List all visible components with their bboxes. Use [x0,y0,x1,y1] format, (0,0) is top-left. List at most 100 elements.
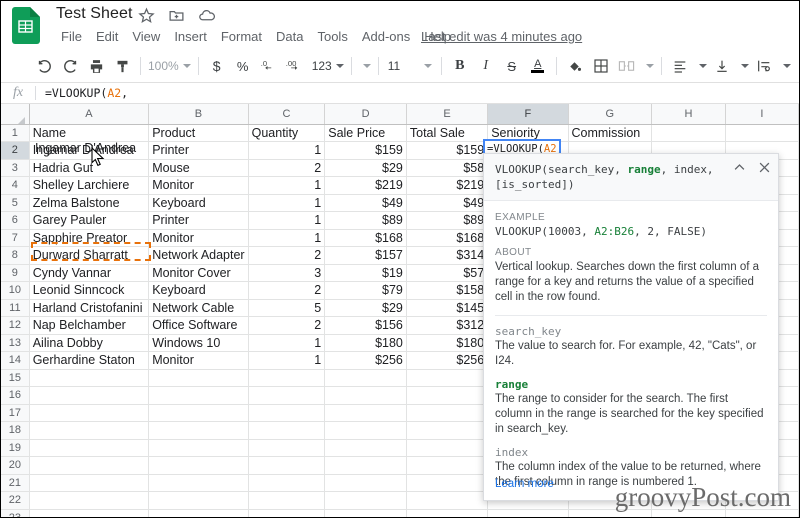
cell-d12[interactable]: $156 [324,316,407,335]
cell-g23[interactable] [568,509,653,517]
column-header-g[interactable]: G [568,104,653,125]
cell-e5[interactable]: $49 [406,194,489,212]
row-header-10[interactable]: 10 [1,281,30,300]
cell-e18[interactable] [406,421,489,440]
number-format-select[interactable]: 123 [308,55,346,77]
column-header-f[interactable]: F [487,104,569,125]
cell-e7[interactable]: $168 [406,229,489,247]
column-header-c[interactable]: C [248,104,326,125]
horizontal-align-icon[interactable] [667,53,693,79]
row-header-1[interactable]: 1 [1,124,30,142]
borders-icon[interactable] [588,53,614,79]
text-wrap-dropdown[interactable] [777,55,793,77]
cell-d5[interactable]: $49 [324,194,407,212]
cell-e21[interactable] [406,474,489,492]
cell-i23[interactable] [725,509,799,517]
column-header-b[interactable]: B [148,104,249,125]
document-title[interactable]: Test Sheet [56,5,133,23]
strikethrough-icon[interactable]: S [499,53,525,79]
cell-h23[interactable] [651,509,726,517]
cell-a19[interactable] [29,439,150,457]
cell-e17[interactable] [406,404,489,422]
menu-item-view[interactable]: View [125,27,167,46]
cell-e16[interactable] [406,386,489,405]
cell-a9[interactable]: Cyndy Vannar [29,264,150,282]
cell-a8[interactable]: Durward Sharratt [29,246,150,265]
cell-b8[interactable]: Network Adapter [148,246,249,265]
cell-d13[interactable]: $180 [324,334,407,352]
close-icon[interactable] [757,160,772,175]
menu-item-format[interactable]: Format [214,27,269,46]
cell-d21[interactable] [324,474,407,492]
cell-c16[interactable] [248,386,326,405]
cell-a20[interactable] [29,456,150,475]
cell-b7[interactable]: Monitor [148,229,249,247]
cell-b10[interactable]: Keyboard [148,281,249,300]
cell-a18[interactable] [29,421,150,440]
cell-c15[interactable] [248,369,326,387]
menu-item-insert[interactable]: Insert [167,27,214,46]
cell-b3[interactable]: Mouse [148,159,249,177]
redo-icon[interactable] [57,53,83,79]
cell-b19[interactable] [148,439,249,457]
row-header-13[interactable]: 13 [1,334,30,352]
cell-d15[interactable] [324,369,407,387]
cell-b2[interactable]: Printer [148,141,249,160]
row-header-6[interactable]: 6 [1,211,30,230]
cell-a21[interactable] [29,474,150,492]
cell-d14[interactable]: $256 [324,351,407,370]
column-header-h[interactable]: H [651,104,726,125]
cell-e11[interactable]: $145 [406,299,489,317]
row-header-16[interactable]: 16 [1,386,30,405]
row-header-11[interactable]: 11 [1,299,30,317]
cell-e9[interactable]: $57 [406,264,489,282]
cell-a3[interactable]: Hadria Gut [29,159,150,177]
cell-c20[interactable] [248,456,326,475]
cell-e10[interactable]: $158 [406,281,489,300]
vertical-align-dropdown[interactable] [735,55,751,77]
cell-b18[interactable] [148,421,249,440]
cell-c8[interactable]: 2 [248,246,326,265]
cell-e6[interactable]: $89 [406,211,489,230]
cell-d22[interactable] [324,491,407,510]
cell-d2[interactable]: $159 [324,141,407,160]
cell-b9[interactable]: Monitor Cover [148,264,249,282]
cell-a16[interactable] [29,386,150,405]
cell-c22[interactable] [248,491,326,510]
cell-e3[interactable]: $58 [406,159,489,177]
cell-e19[interactable] [406,439,489,457]
cell-e2[interactable]: $159 [406,141,489,160]
cell-e23[interactable] [406,509,489,517]
cell-e1[interactable]: Total Sale [406,124,489,142]
cell-d20[interactable] [324,456,407,475]
function-help-panel[interactable]: VLOOKUP(search_key, range, index, [is_so… [483,153,779,501]
zoom-select[interactable]: 100% [146,55,193,77]
cell-d7[interactable]: $168 [324,229,407,247]
cell-a13[interactable]: Ailina Dobby [29,334,150,352]
cell-c2[interactable]: 1 [248,141,326,160]
cell-b20[interactable] [148,456,249,475]
font-size-select[interactable]: 11 [384,55,436,77]
cell-a5[interactable]: Zelma Balstone [29,194,150,212]
cell-a12[interactable]: Nap Belchamber [29,316,150,335]
cell-e12[interactable]: $312 [406,316,489,335]
cell-e20[interactable] [406,456,489,475]
text-color-icon[interactable]: A [525,53,551,79]
cell-d4[interactable]: $219 [324,176,407,195]
row-header-20[interactable]: 20 [1,456,30,475]
move-to-folder-icon[interactable] [168,7,185,24]
cell-e8[interactable]: $314 [406,246,489,265]
menu-item-add-ons[interactable]: Add-ons [355,27,417,46]
learn-more-link[interactable]: Learn more [495,478,554,490]
row-header-23[interactable]: 23 [1,509,30,517]
cell-e15[interactable] [406,369,489,387]
cell-d17[interactable] [324,404,407,422]
menu-item-tools[interactable]: Tools [310,27,354,46]
row-header-9[interactable]: 9 [1,264,30,282]
cell-c13[interactable]: 1 [248,334,326,352]
cell-b23[interactable] [148,509,249,517]
star-icon[interactable] [138,7,155,24]
cell-d11[interactable]: $29 [324,299,407,317]
row-header-7[interactable]: 7 [1,229,30,247]
italic-icon[interactable]: I [473,53,499,79]
